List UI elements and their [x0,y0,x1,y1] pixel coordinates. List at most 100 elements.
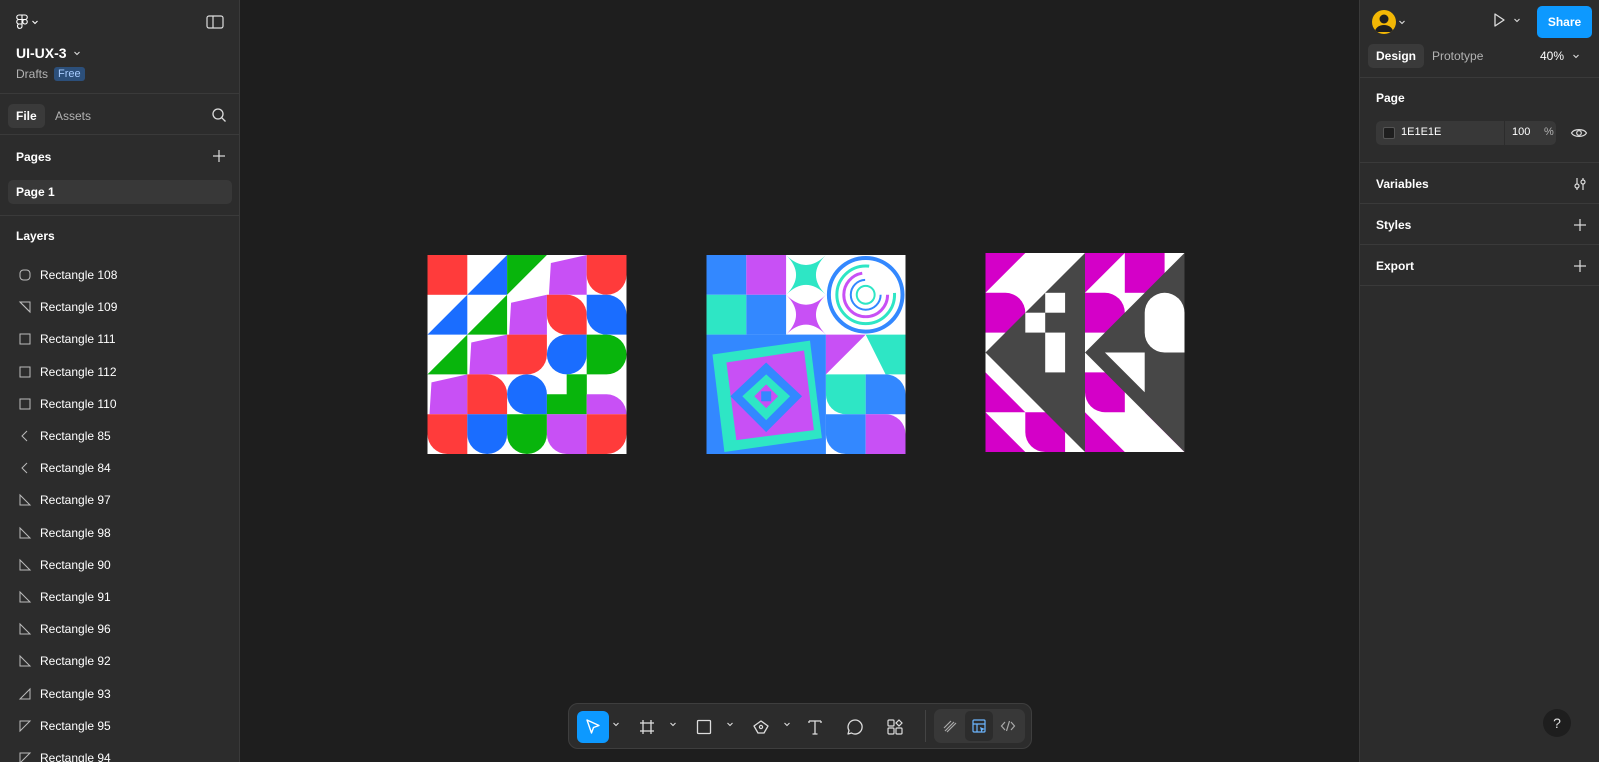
artwork-2[interactable] [706,255,906,454]
right-triangle-icon [19,655,32,667]
color-swatch[interactable] [1383,127,1395,139]
artwork-1[interactable] [427,255,627,454]
rectangle-icon [19,398,31,410]
canvas[interactable] [240,0,1358,762]
styles-section[interactable]: Styles [1360,205,1599,245]
text-icon [808,720,822,735]
main-menu-button[interactable] [16,13,39,31]
pages-title: Pages [16,150,52,164]
layer-row[interactable]: Rectangle 93 [0,678,239,710]
help-button[interactable]: ? [1543,709,1571,737]
layer-row[interactable]: Rectangle 96 [0,613,239,645]
add-export-icon[interactable] [1572,258,1588,274]
frame-tool-menu-icon[interactable] [669,720,677,728]
right-triangle-icon [19,526,32,539]
layer-row[interactable]: Rectangle 109 [0,291,239,323]
dev-mode-icon [1000,720,1016,732]
layer-row[interactable]: Rectangle 108 [0,259,239,291]
pen-tool-button[interactable] [745,711,777,743]
layer-row[interactable]: Rectangle 94 [0,742,239,762]
layer-row[interactable]: Rectangle 97 [0,484,239,516]
tab-design[interactable]: Design [1368,44,1425,68]
text-tool-button[interactable] [799,711,831,743]
layer-row[interactable]: Rectangle 111 [0,323,239,355]
tab-prototype[interactable]: Prototype [1424,44,1491,68]
chevron-down-icon [32,20,38,25]
drafts-label[interactable]: Drafts [16,67,48,81]
layer-row[interactable]: Rectangle 92 [0,645,239,677]
artwork-3[interactable] [985,253,1185,452]
file-name[interactable]: UI-UX-3 [16,45,81,61]
actions-tool-button[interactable] [879,711,911,743]
right-triangle-top-icon [19,720,32,733]
pages-section: Pages Page 1 [0,136,239,216]
plan-badge: Free [54,67,85,81]
layer-row[interactable]: Rectangle 95 [0,710,239,742]
zoom-level: 40% [1540,49,1565,63]
actions-icon [887,719,903,735]
layer-row[interactable]: Rectangle 84 [0,452,239,484]
account-menu[interactable] [1372,10,1406,34]
page-item-page-1[interactable]: Page 1 [8,180,232,204]
layer-name: Rectangle 92 [40,654,111,669]
layer-name: Rectangle 95 [40,718,111,733]
sidebar-toggle-icon[interactable] [206,14,224,30]
bottom-toolbar [568,703,1032,749]
variables-section[interactable]: Variables [1360,164,1599,204]
present-button[interactable] [1491,12,1521,28]
layer-row[interactable]: Rectangle 112 [0,356,239,388]
right-triangle-icon [19,494,32,506]
frame-tool-button[interactable] [631,711,663,743]
left-panel-tabs: File Assets [0,95,239,135]
layer-row[interactable]: Rectangle 91 [0,581,239,613]
color-hex-input[interactable]: 1E1E1E [1401,126,1441,138]
right-triangle-icon [19,622,32,635]
layer-name: Rectangle 110 [40,396,117,411]
add-style-icon[interactable] [1572,217,1588,233]
user-icon [1375,14,1393,32]
chevron-down-icon [73,51,80,56]
move-icon [586,719,600,734]
right-panel: Share Design Prototype 40% Page 1E1E1E 1… [1359,0,1599,762]
tab-file[interactable]: File [8,104,45,128]
draw-mode-button[interactable] [936,711,964,741]
layer-row[interactable]: Rectangle 85 [0,420,239,452]
shape-tool-menu-icon[interactable] [726,720,734,728]
search-icon[interactable] [211,107,227,123]
add-page-icon[interactable] [211,148,227,164]
design-mode-button[interactable] [965,711,993,741]
variables-adjust-icon[interactable] [1572,176,1588,192]
eye-icon[interactable] [1570,124,1588,142]
layer-name: Rectangle 97 [40,493,111,508]
shape-tool-button[interactable] [688,711,720,743]
export-section[interactable]: Export [1360,246,1599,286]
move-tool-button[interactable] [577,711,609,743]
field-divider [1504,121,1505,145]
layer-name: Rectangle 94 [40,751,111,762]
layer-name: Rectangle 84 [40,461,111,476]
zoom-control[interactable]: 40% [1540,44,1580,68]
frame-icon [640,720,654,734]
share-button[interactable]: Share [1537,6,1592,38]
left-panel: UI-UX-3 Drafts Free File Assets Pages Pa… [0,0,240,762]
draw-mode-icon [943,720,957,733]
layer-name: Rectangle 112 [40,364,117,379]
move-tool-menu-icon[interactable] [612,720,620,728]
triangle-left-icon [21,430,28,442]
layer-row[interactable]: Rectangle 90 [0,549,239,581]
layer-name: Rectangle 109 [40,300,118,315]
opacity-input[interactable]: 100 [1512,126,1530,138]
pen-tool-menu-icon[interactable] [783,720,791,728]
layer-name: Rectangle 90 [40,557,111,572]
layer-row[interactable]: Rectangle 110 [0,388,239,420]
layer-row[interactable]: Rectangle 98 [0,517,239,549]
tab-assets[interactable]: Assets [47,104,99,128]
dev-mode-button[interactable] [994,711,1022,741]
layer-name: Rectangle 98 [40,525,111,540]
toolbar-divider [925,710,926,742]
comment-tool-button[interactable] [839,711,871,743]
right-triangle-icon [19,590,32,603]
page-color-field[interactable]: 1E1E1E 100 % [1376,121,1556,145]
page-properties: Page 1E1E1E 100 % [1360,79,1599,163]
percent-label: % [1544,126,1554,138]
